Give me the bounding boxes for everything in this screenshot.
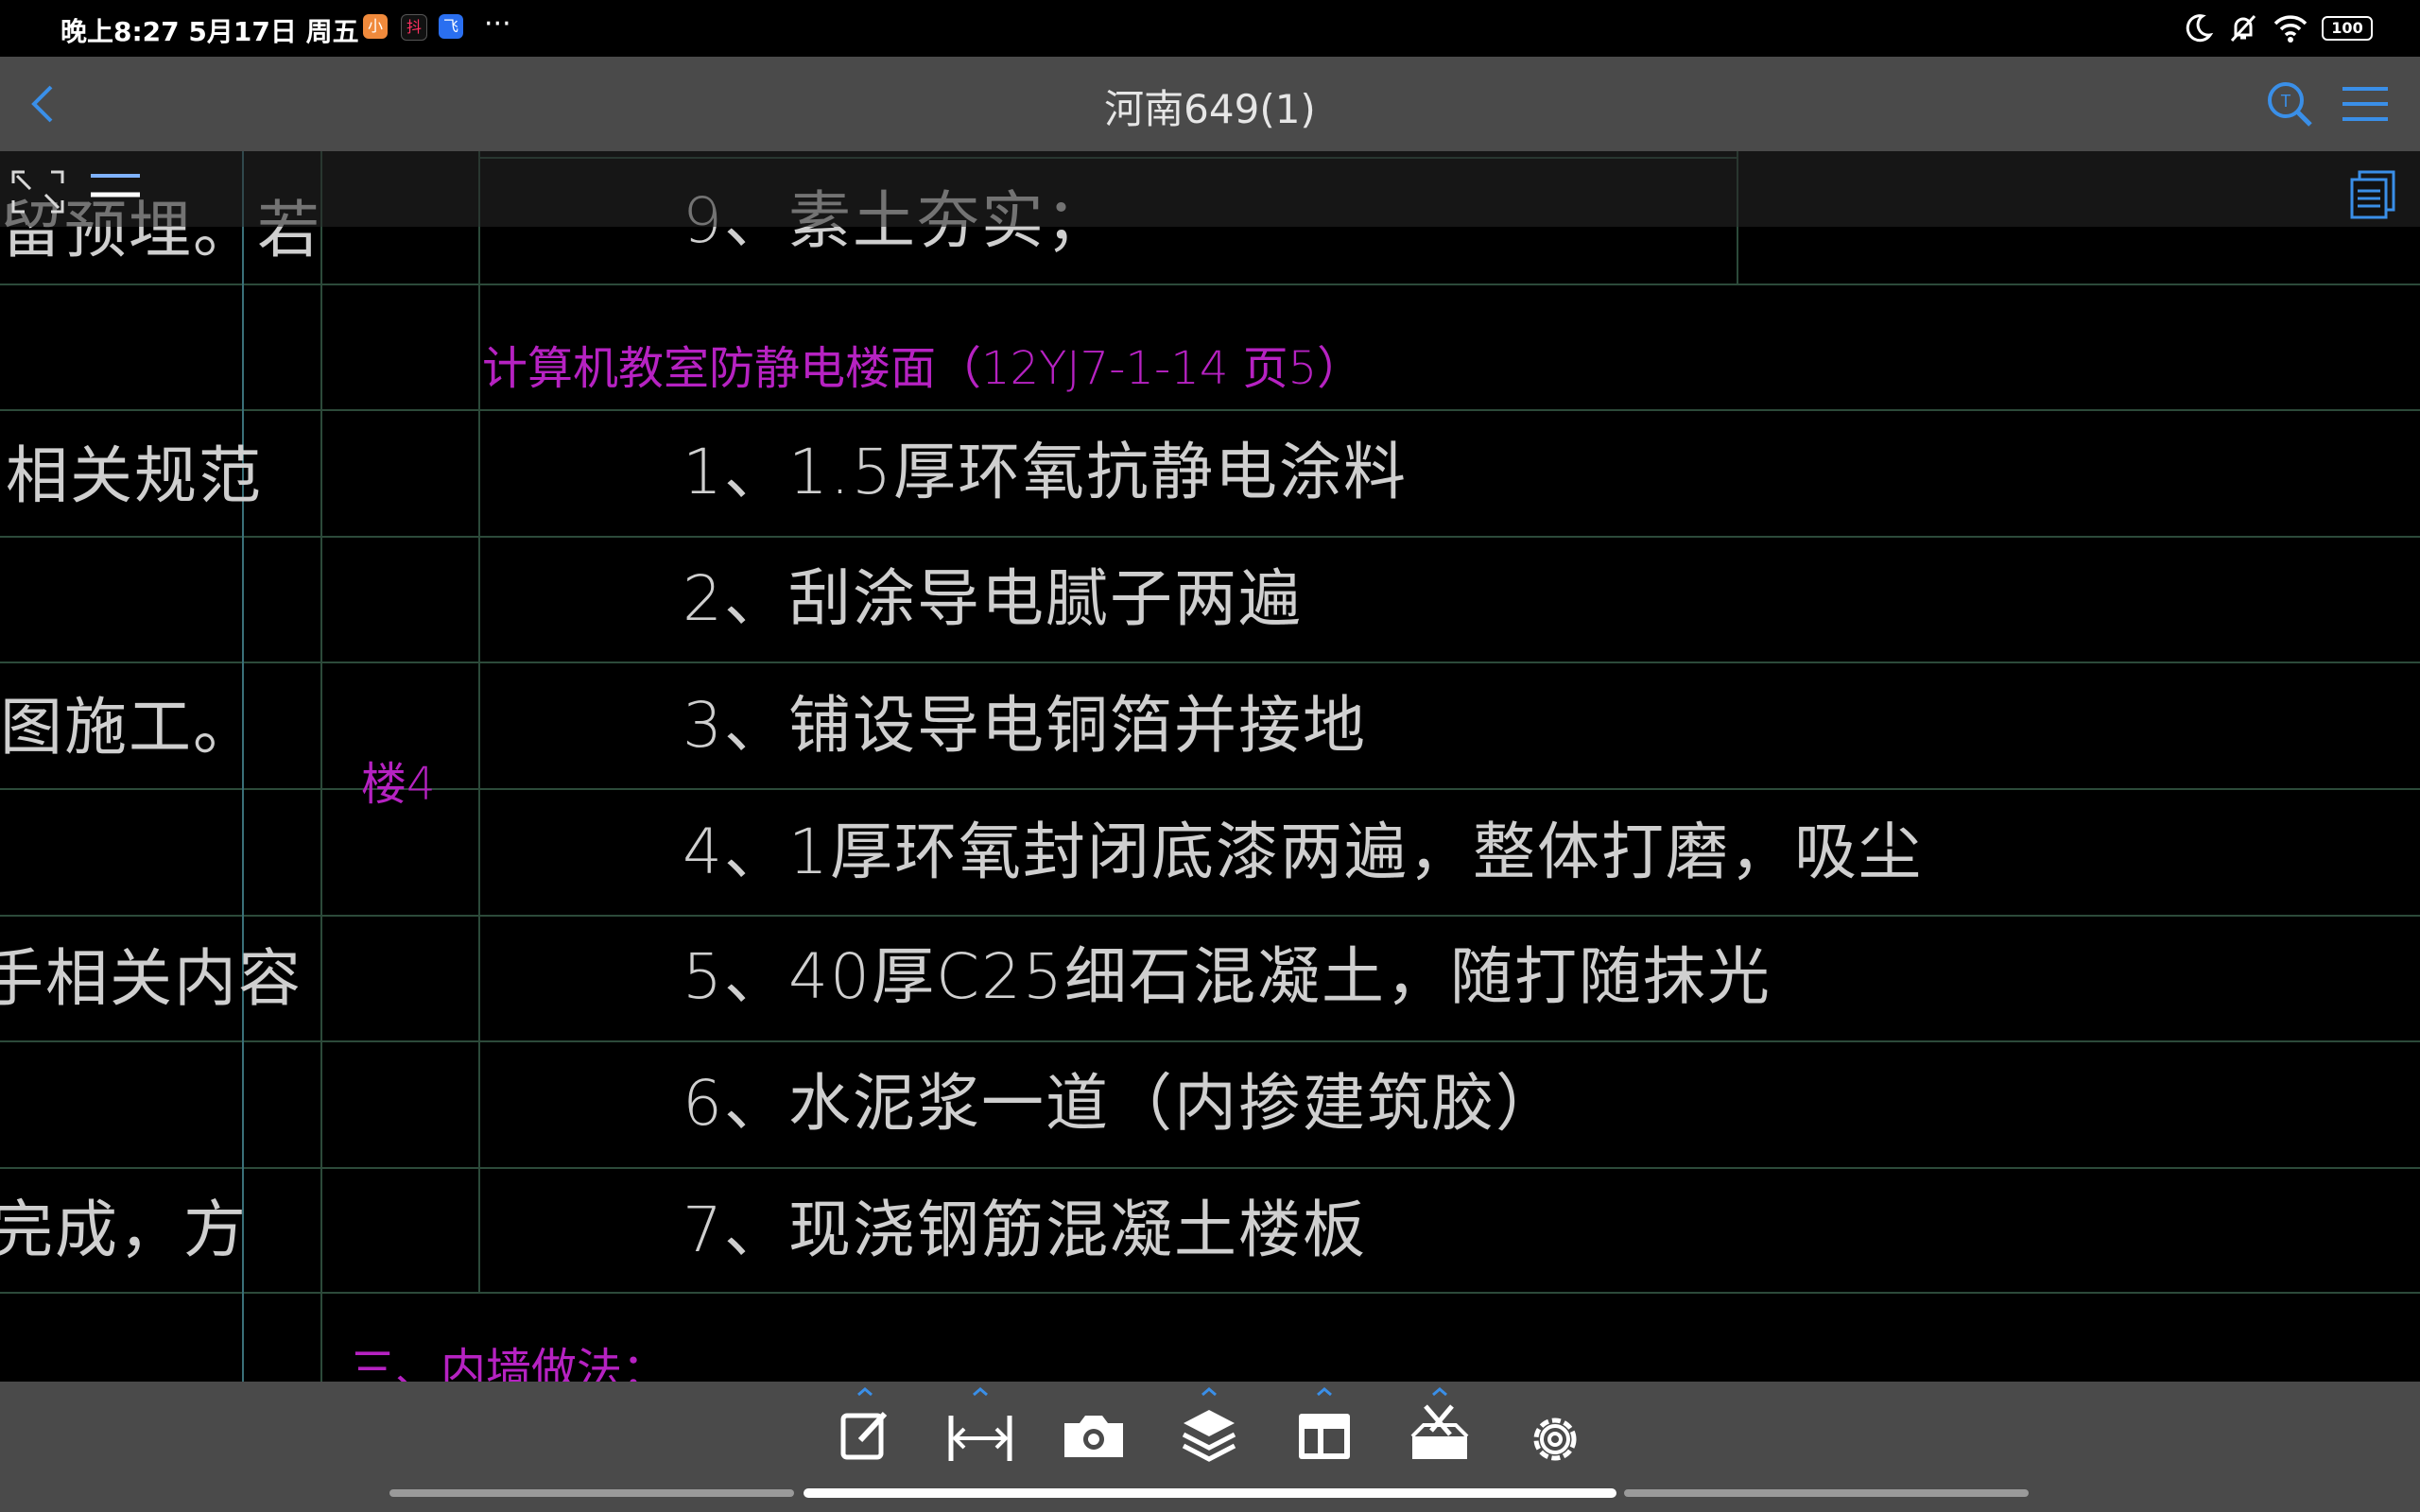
document-title: 河南649(1) — [1104, 86, 1316, 132]
section-title: 计算机教室防静电楼面（12YJ7-1-14 页5） — [482, 342, 1363, 395]
drawing-text-fragment: 相关规范 — [6, 439, 263, 512]
text-search-button[interactable]: T — [2263, 77, 2316, 130]
douyin-icon: 抖 — [401, 14, 427, 41]
table-line — [0, 409, 2420, 411]
battery-indicator: 100 — [2322, 16, 2373, 41]
annotate-button[interactable] — [822, 1382, 908, 1486]
row-label: 楼4 — [361, 758, 436, 811]
drawing-text-fragment: 图施工。 — [0, 691, 257, 764]
table-line — [0, 1292, 2420, 1294]
mute-bell-icon — [2230, 14, 2256, 43]
measure-icon — [948, 1387, 1012, 1461]
fullscreen-button[interactable] — [9, 168, 66, 215]
home-indicator-side — [389, 1489, 794, 1497]
title-bar: 河南649(1) T — [0, 57, 2420, 151]
layers-icon — [1182, 1387, 1236, 1462]
spec-item: 6、水泥浆一道（内掺建筑胶） — [683, 1067, 1560, 1140]
pages-icon — [2350, 170, 2395, 219]
table-line — [478, 151, 480, 1292]
spec-item: 2、刮涂导电腻子两遍 — [683, 562, 1303, 635]
table-line — [0, 536, 2420, 538]
drawing-text-fragment: 手相关内容 — [0, 942, 302, 1015]
notification-app-icon: 小 — [363, 14, 388, 39]
table-line — [0, 284, 2420, 285]
feishu-icon: 飞 — [439, 14, 463, 39]
spec-item: 3、铺设导电铜箔并接地 — [683, 689, 1367, 762]
spec-item: 5、40厚C25细石混凝土，随打随抹光 — [683, 940, 1772, 1013]
toolbox-button[interactable] — [1397, 1382, 1482, 1486]
table-line — [0, 1040, 2420, 1042]
settings-button[interactable] — [1512, 1382, 1598, 1486]
wifi-icon — [2273, 15, 2308, 43]
camera-icon — [1064, 1416, 1123, 1457]
home-indicator-side — [1624, 1489, 2029, 1497]
status-indicators: 100 — [2182, 11, 2373, 45]
floating-control-strip — [0, 151, 2420, 227]
hamburger-icon — [2342, 87, 2388, 121]
status-bar: 晚上8:27 5月17日 周五 小 抖 飞 ··· 100 — [0, 0, 2420, 57]
home-indicator[interactable] — [804, 1488, 1616, 1498]
table-line — [0, 1167, 2420, 1169]
svg-text:T: T — [2281, 92, 2291, 111]
moon-icon — [2186, 14, 2214, 43]
layout-icon — [1299, 1387, 1350, 1459]
layers-button[interactable] — [1167, 1382, 1252, 1486]
spec-item: 7、现浇钢筋混凝土楼板 — [683, 1194, 1367, 1266]
settings-icon — [1533, 1418, 1577, 1461]
spec-item: 4、1厚环氧封闭底漆两遍，整体打磨，吸尘 — [683, 816, 1923, 888]
table-line — [0, 662, 2420, 663]
layout-button[interactable] — [1282, 1382, 1367, 1486]
collapse-bar-icon[interactable] — [87, 170, 144, 208]
status-time: 晚上8:27 5月17日 周五 — [60, 16, 359, 47]
screenshot-button[interactable] — [1051, 1382, 1136, 1486]
next-section-title: 三、内墙做法： — [350, 1344, 668, 1382]
edit-icon — [840, 1387, 888, 1460]
expand-icon — [11, 170, 64, 214]
cad-drawing-canvas[interactable]: 留预埋。若 相关规范 图施工。 手相关内容 完成，方 楼4 9、素土夯实； 计算… — [0, 151, 2420, 1382]
search-text-icon: T — [2268, 82, 2312, 127]
toolbox-icon — [1410, 1387, 1469, 1459]
measure-button[interactable] — [938, 1382, 1023, 1486]
layout-list-button[interactable] — [2344, 166, 2401, 223]
menu-button[interactable] — [2337, 77, 2394, 130]
status-more-dots: ··· — [484, 8, 511, 41]
spec-item: 1、1.5厚环氧抗静电涂料 — [683, 436, 1408, 508]
drawing-text-fragment: 完成，方 — [0, 1194, 248, 1266]
table-line — [320, 151, 322, 1382]
table-line — [0, 915, 2420, 917]
